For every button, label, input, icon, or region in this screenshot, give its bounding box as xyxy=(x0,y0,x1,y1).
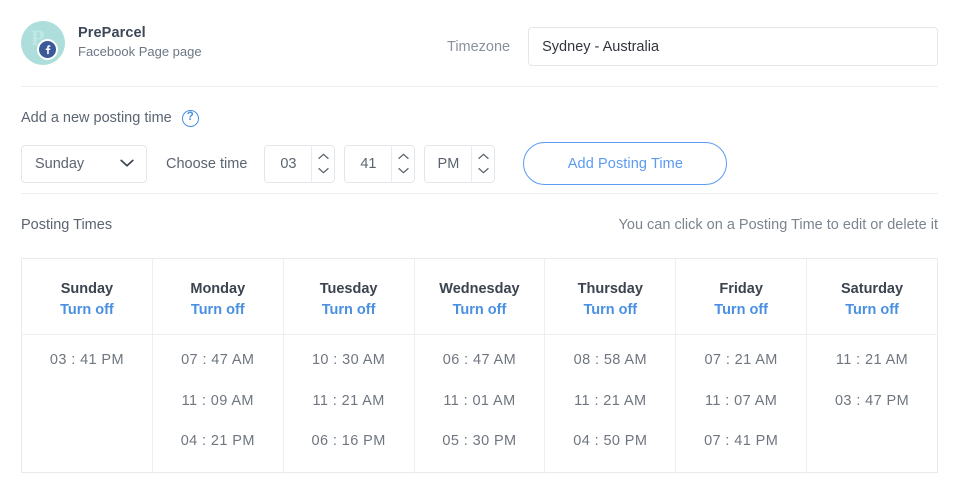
turn-off-link-tuesday[interactable]: Turn off xyxy=(284,300,414,322)
add-posting-time-title: Add a new posting time xyxy=(21,110,172,126)
times-cell-saturday: 11 : 21 AM 03 : 47 PM xyxy=(807,335,938,473)
posting-time-item[interactable]: 06 : 16 PM xyxy=(284,434,414,449)
table-header: SundayTurn offMondayTurn offTuesdayTurn … xyxy=(22,259,938,335)
posting-time-item[interactable]: 11 : 01 AM xyxy=(415,394,545,409)
turn-off-link-wednesday[interactable]: Turn off xyxy=(415,300,545,322)
choose-time-label: Choose time xyxy=(166,156,247,172)
account-info: P PreParcel Facebook Page page xyxy=(21,21,202,65)
hour-input[interactable] xyxy=(265,146,311,182)
times-cell-thursday: 08 : 58 AM 11 : 21 AM 04 : 50 PM xyxy=(545,335,676,473)
table-header-row: SundayTurn offMondayTurn offTuesdayTurn … xyxy=(22,259,938,335)
posting-time-item[interactable]: 04 : 50 PM xyxy=(545,434,675,449)
posting-times-header: Posting Times You can click on a Posting… xyxy=(21,217,938,233)
posting-time-item[interactable]: 07 : 41 PM xyxy=(676,434,806,449)
posting-times-table: SundayTurn offMondayTurn offTuesdayTurn … xyxy=(21,258,938,473)
times-cell-tuesday: 10 : 30 AM 11 : 21 AM 06 : 16 PM xyxy=(283,335,414,473)
turn-off-link-thursday[interactable]: Turn off xyxy=(545,300,675,322)
add-posting-time-section: Add a new posting time ? Sunday Choose t… xyxy=(21,108,938,185)
add-posting-time-controls: Sunday Choose time xyxy=(21,142,938,185)
question-mark-icon[interactable]: ? xyxy=(182,110,199,127)
hour-stepper-buttons xyxy=(311,146,334,182)
column-header-friday: FridayTurn off xyxy=(676,259,807,335)
chevron-down-icon[interactable] xyxy=(392,166,414,176)
posting-time-item[interactable]: 07 : 21 AM xyxy=(676,353,806,368)
posting-times-hint: You can click on a Posting Time to edit … xyxy=(619,217,938,233)
chevron-up-icon[interactable] xyxy=(472,152,494,162)
times-cell-monday: 07 : 47 AM 11 : 09 AM 04 : 21 PM xyxy=(152,335,283,473)
posting-time-item[interactable]: 11 : 21 AM xyxy=(807,353,937,368)
column-header-sunday: SundayTurn off xyxy=(22,259,153,335)
column-header-monday: MondayTurn off xyxy=(152,259,283,335)
day-select-value: Sunday xyxy=(35,156,84,172)
minute-stepper[interactable] xyxy=(344,145,415,183)
posting-time-item[interactable]: 04 : 21 PM xyxy=(153,434,283,449)
timezone-group: Timezone Sydney - Australia xyxy=(447,27,938,66)
turn-off-link-saturday[interactable]: Turn off xyxy=(807,300,937,322)
account-text: PreParcel Facebook Page page xyxy=(78,24,202,62)
chevron-up-icon[interactable] xyxy=(312,152,334,162)
column-header-wednesday: WednesdayTurn off xyxy=(414,259,545,335)
table-body: 03 : 41 PM07 : 47 AM 11 : 09 AM 04 : 21 PM… xyxy=(22,335,938,473)
posting-schedule-page: P PreParcel Facebook Page page Timezone … xyxy=(0,0,960,502)
turn-off-link-sunday[interactable]: Turn off xyxy=(22,300,152,322)
account-name: PreParcel xyxy=(78,24,202,44)
chevron-down-icon[interactable] xyxy=(472,166,494,176)
timezone-value: Sydney - Australia xyxy=(542,39,659,55)
column-header-tuesday: TuesdayTurn off xyxy=(283,259,414,335)
timezone-label: Timezone xyxy=(447,39,510,55)
day-select[interactable]: Sunday xyxy=(21,145,147,183)
column-header-thursday: ThursdayTurn off xyxy=(545,259,676,335)
day-name: Friday xyxy=(676,279,806,300)
posting-time-item[interactable]: 10 : 30 AM xyxy=(284,353,414,368)
day-name: Wednesday xyxy=(415,279,545,300)
avatar: P xyxy=(21,21,65,65)
times-cell-wednesday: 06 : 47 AM 11 : 01 AM 05 : 30 PM xyxy=(414,335,545,473)
turn-off-link-friday[interactable]: Turn off xyxy=(676,300,806,322)
posting-time-item[interactable]: 11 : 21 AM xyxy=(545,394,675,409)
facebook-icon xyxy=(37,39,58,60)
add-posting-time-title-row: Add a new posting time ? xyxy=(21,108,938,128)
posting-time-item[interactable]: 03 : 47 PM xyxy=(807,394,937,409)
meridiem-stepper[interactable] xyxy=(424,145,495,183)
day-name: Saturday xyxy=(807,279,937,300)
posting-time-item[interactable]: 11 : 09 AM xyxy=(153,394,283,409)
posting-time-item[interactable]: 03 : 41 PM xyxy=(22,353,152,368)
posting-time-item[interactable]: 05 : 30 PM xyxy=(415,434,545,449)
posting-time-item[interactable]: 11 : 07 AM xyxy=(676,394,806,409)
divider-middle xyxy=(21,193,938,194)
posting-time-item[interactable]: 06 : 47 AM xyxy=(415,353,545,368)
day-name: Tuesday xyxy=(284,279,414,300)
account-header: P PreParcel Facebook Page page Timezone … xyxy=(0,0,960,86)
minute-stepper-buttons xyxy=(391,146,414,182)
chevron-down-icon[interactable] xyxy=(312,166,334,176)
turn-off-link-monday[interactable]: Turn off xyxy=(153,300,283,322)
posting-time-item[interactable]: 07 : 47 AM xyxy=(153,353,283,368)
day-name: Monday xyxy=(153,279,283,300)
account-subtitle: Facebook Page page xyxy=(78,43,202,62)
day-name: Sunday xyxy=(22,279,152,300)
minute-input[interactable] xyxy=(345,146,391,182)
posting-times-title: Posting Times xyxy=(21,217,112,233)
times-cell-sunday: 03 : 41 PM xyxy=(22,335,153,473)
divider-top xyxy=(21,86,938,87)
table-row: 03 : 41 PM07 : 47 AM 11 : 09 AM 04 : 21 PM… xyxy=(22,335,938,473)
chevron-down-icon xyxy=(120,156,134,172)
hour-stepper[interactable] xyxy=(264,145,335,183)
day-name: Thursday xyxy=(545,279,675,300)
posting-time-item[interactable]: 11 : 21 AM xyxy=(284,394,414,409)
chevron-up-icon[interactable] xyxy=(392,152,414,162)
add-posting-time-button[interactable]: Add Posting Time xyxy=(523,142,727,185)
meridiem-input[interactable] xyxy=(425,146,471,182)
meridiem-stepper-buttons xyxy=(471,146,494,182)
column-header-saturday: SaturdayTurn off xyxy=(807,259,938,335)
posting-time-item[interactable]: 08 : 58 AM xyxy=(545,353,675,368)
times-cell-friday: 07 : 21 AM 11 : 07 AM 07 : 41 PM xyxy=(676,335,807,473)
timezone-select[interactable]: Sydney - Australia xyxy=(528,27,938,66)
